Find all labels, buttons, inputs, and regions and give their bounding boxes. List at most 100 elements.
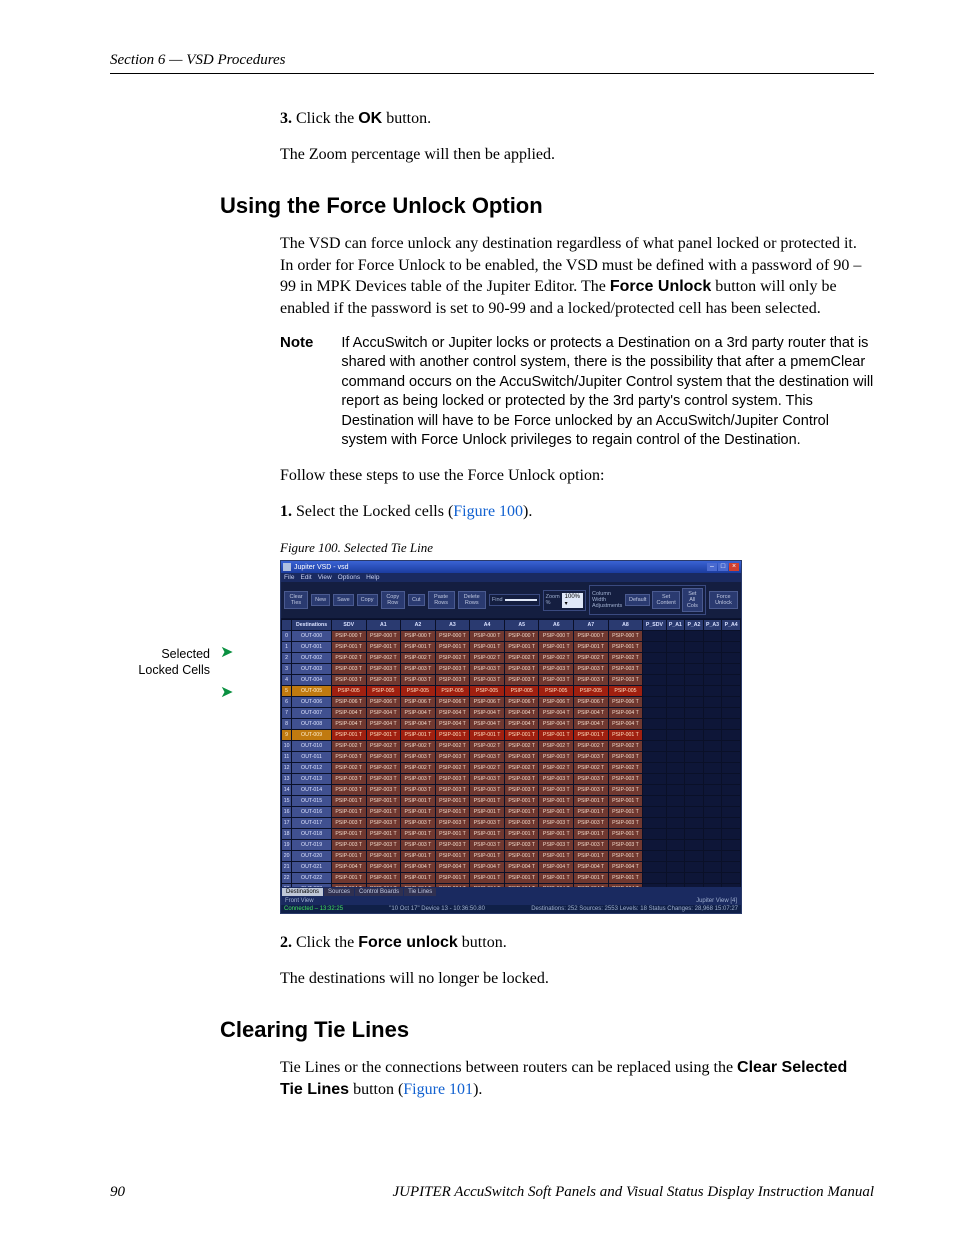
data-cell[interactable]: PSIP-002 T bbox=[608, 741, 643, 752]
data-cell[interactable]: PSIP-003 T bbox=[435, 752, 470, 763]
menu-help[interactable]: Help bbox=[366, 574, 379, 581]
col-P_A1[interactable]: P_A1 bbox=[666, 620, 685, 631]
data-cell[interactable]: PSIP-003 T bbox=[608, 785, 643, 796]
table-row[interactable]: 6OUT-006PSIP-006 TPSIP-006 TPSIP-006 TPS… bbox=[282, 697, 741, 708]
row-index[interactable]: 12 bbox=[282, 763, 292, 774]
data-cell[interactable]: PSIP-003 T bbox=[366, 664, 401, 675]
data-cell[interactable]: PSIP-001 T bbox=[366, 873, 401, 884]
data-cell[interactable]: PSIP-003 T bbox=[331, 752, 366, 763]
data-cell[interactable]: PSIP-003 T bbox=[574, 840, 609, 851]
row-index[interactable]: 17 bbox=[282, 818, 292, 829]
row-index[interactable]: 0 bbox=[282, 631, 292, 642]
data-cell[interactable]: PSIP-004 T bbox=[435, 719, 470, 730]
dest-cell[interactable]: OUT-004 bbox=[292, 675, 332, 686]
data-cell[interactable]: PSIP-001 T bbox=[331, 796, 366, 807]
data-cell[interactable]: PSIP-001 T bbox=[366, 807, 401, 818]
data-cell[interactable]: PSIP-003 T bbox=[401, 774, 436, 785]
col-SDV[interactable]: SDV bbox=[331, 620, 366, 631]
data-cell[interactable]: PSIP-003 T bbox=[366, 774, 401, 785]
row-index[interactable]: 14 bbox=[282, 785, 292, 796]
dest-cell[interactable]: OUT-021 bbox=[292, 862, 332, 873]
data-cell[interactable]: PSIP-003 T bbox=[435, 840, 470, 851]
data-cell[interactable]: PSIP-003 T bbox=[331, 818, 366, 829]
data-cell[interactable]: PSIP-004 T bbox=[401, 862, 436, 873]
table-row[interactable]: 3OUT-003PSIP-003 TPSIP-003 TPSIP-003 TPS… bbox=[282, 664, 741, 675]
table-row[interactable]: 16OUT-016PSIP-001 TPSIP-001 TPSIP-001 TP… bbox=[282, 807, 741, 818]
dest-cell[interactable]: OUT-007 bbox=[292, 708, 332, 719]
row-index[interactable]: 18 bbox=[282, 829, 292, 840]
toolbar-paste-rows[interactable]: Paste Rows bbox=[428, 591, 455, 609]
data-cell[interactable]: PSIP-001 T bbox=[331, 851, 366, 862]
data-cell[interactable]: PSIP-003 T bbox=[366, 818, 401, 829]
data-cell[interactable]: PSIP-003 T bbox=[435, 774, 470, 785]
data-cell[interactable]: PSIP-002 T bbox=[470, 763, 505, 774]
data-cell[interactable]: PSIP-002 T bbox=[608, 653, 643, 664]
data-cell[interactable]: PSIP-005 bbox=[366, 686, 401, 697]
table-row[interactable]: 2OUT-002PSIP-002 TPSIP-002 TPSIP-002 TPS… bbox=[282, 653, 741, 664]
data-cell[interactable]: PSIP-003 T bbox=[435, 818, 470, 829]
row-index[interactable]: 11 bbox=[282, 752, 292, 763]
data-cell[interactable]: PSIP-003 T bbox=[470, 785, 505, 796]
data-cell[interactable]: PSIP-003 T bbox=[608, 664, 643, 675]
data-cell[interactable]: PSIP-001 T bbox=[504, 873, 539, 884]
menu-options[interactable]: Options bbox=[338, 574, 360, 581]
row-index[interactable]: 20 bbox=[282, 851, 292, 862]
data-cell[interactable]: PSIP-001 T bbox=[401, 807, 436, 818]
data-cell[interactable]: PSIP-001 T bbox=[366, 796, 401, 807]
link-figure-100[interactable]: Figure 100 bbox=[453, 503, 523, 520]
data-cell[interactable]: PSIP-003 T bbox=[504, 785, 539, 796]
data-cell[interactable]: PSIP-003 T bbox=[366, 675, 401, 686]
row-index[interactable]: 1 bbox=[282, 642, 292, 653]
table-row[interactable]: 15OUT-015PSIP-001 TPSIP-001 TPSIP-001 TP… bbox=[282, 796, 741, 807]
col-A1[interactable]: A1 bbox=[366, 620, 401, 631]
data-cell[interactable]: PSIP-001 T bbox=[401, 730, 436, 741]
data-cell[interactable]: PSIP-004 T bbox=[608, 862, 643, 873]
dest-cell[interactable]: OUT-022 bbox=[292, 873, 332, 884]
data-cell[interactable]: PSIP-001 T bbox=[401, 851, 436, 862]
data-cell[interactable]: PSIP-001 T bbox=[539, 642, 574, 653]
data-cell[interactable]: PSIP-001 T bbox=[574, 730, 609, 741]
data-cell[interactable]: PSIP-001 T bbox=[366, 829, 401, 840]
col-A6[interactable]: A6 bbox=[539, 620, 574, 631]
data-cell[interactable]: PSIP-002 T bbox=[574, 741, 609, 752]
tab-control-boards[interactable]: Control Boards bbox=[355, 888, 403, 896]
row-index[interactable]: 23 bbox=[282, 884, 292, 888]
data-cell[interactable]: PSIP-003 T bbox=[539, 774, 574, 785]
data-cell[interactable]: PSIP-004 T bbox=[331, 884, 366, 888]
data-cell[interactable]: PSIP-003 T bbox=[331, 774, 366, 785]
data-cell[interactable]: PSIP-003 T bbox=[401, 818, 436, 829]
dest-cell[interactable]: OUT-012 bbox=[292, 763, 332, 774]
data-cell[interactable]: PSIP-003 T bbox=[401, 785, 436, 796]
data-cell[interactable]: PSIP-004 T bbox=[470, 862, 505, 873]
data-cell[interactable]: PSIP-004 T bbox=[504, 708, 539, 719]
data-cell[interactable]: PSIP-004 T bbox=[366, 884, 401, 888]
data-cell[interactable]: PSIP-003 T bbox=[435, 785, 470, 796]
adj-set-content[interactable]: Set Content bbox=[652, 591, 679, 609]
data-cell[interactable]: PSIP-001 T bbox=[435, 730, 470, 741]
data-cell[interactable]: PSIP-002 T bbox=[331, 763, 366, 774]
data-cell[interactable]: PSIP-001 T bbox=[504, 796, 539, 807]
data-cell[interactable]: PSIP-002 T bbox=[366, 763, 401, 774]
table-row[interactable]: 19OUT-019PSIP-003 TPSIP-003 TPSIP-003 TP… bbox=[282, 840, 741, 851]
data-cell[interactable]: PSIP-001 T bbox=[435, 796, 470, 807]
data-cell[interactable]: PSIP-002 T bbox=[574, 763, 609, 774]
col-A4[interactable]: A4 bbox=[470, 620, 505, 631]
data-cell[interactable]: PSIP-004 T bbox=[366, 708, 401, 719]
data-cell[interactable]: PSIP-003 T bbox=[331, 675, 366, 686]
data-cell[interactable]: PSIP-003 T bbox=[539, 675, 574, 686]
data-cell[interactable]: PSIP-003 T bbox=[504, 675, 539, 686]
dest-cell[interactable]: OUT-018 bbox=[292, 829, 332, 840]
data-cell[interactable]: PSIP-003 T bbox=[470, 774, 505, 785]
row-index[interactable]: 5 bbox=[282, 686, 292, 697]
data-cell[interactable]: PSIP-001 T bbox=[608, 642, 643, 653]
data-cell[interactable]: PSIP-001 T bbox=[574, 796, 609, 807]
zoom-select[interactable]: 100% ▾ bbox=[562, 593, 583, 608]
data-cell[interactable]: PSIP-001 T bbox=[435, 873, 470, 884]
data-cell[interactable]: PSIP-001 T bbox=[470, 642, 505, 653]
data-cell[interactable]: PSIP-001 T bbox=[608, 873, 643, 884]
data-cell[interactable]: PSIP-005 bbox=[331, 686, 366, 697]
toolbar-delete-rows[interactable]: Delete Rows bbox=[458, 591, 486, 609]
table-row[interactable]: 10OUT-010PSIP-002 TPSIP-002 TPSIP-002 TP… bbox=[282, 741, 741, 752]
data-cell[interactable]: PSIP-003 T bbox=[366, 752, 401, 763]
data-cell[interactable]: PSIP-001 T bbox=[574, 807, 609, 818]
